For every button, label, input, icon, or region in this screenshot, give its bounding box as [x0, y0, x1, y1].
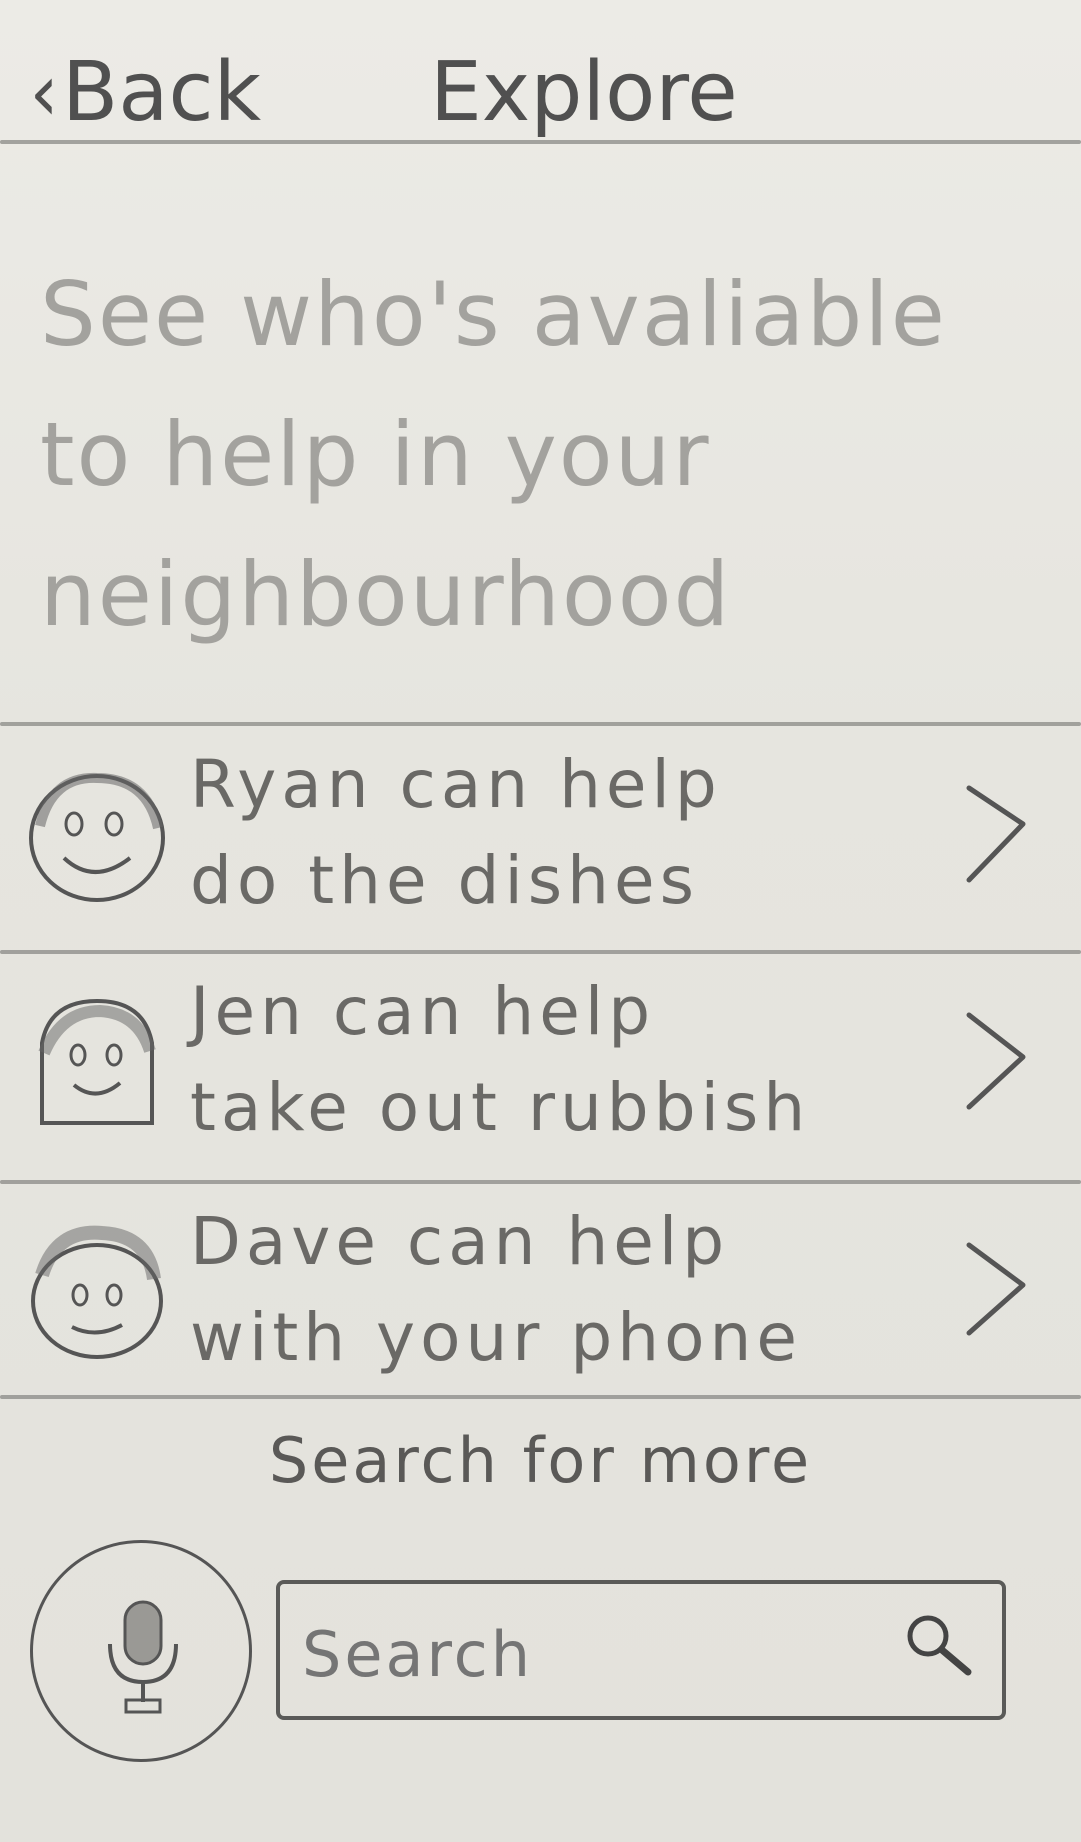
- smiley-face-icon: [31, 1225, 163, 1359]
- back-button[interactable]: ‹ Back: [28, 38, 261, 148]
- helper-row-dave[interactable]: Dave can help with your phone: [0, 1185, 1081, 1395]
- intro-divider: [0, 722, 1081, 726]
- helper-row-jen[interactable]: Jen can help take out rubbish: [0, 955, 1081, 1165]
- smiley-face-icon: [38, 998, 156, 1125]
- smiley-face-icon: [29, 772, 165, 902]
- chevron-right-icon: [966, 785, 1026, 883]
- helper-text: Jen can help take out rubbish: [190, 955, 910, 1165]
- chevron-right-icon: [966, 1242, 1026, 1336]
- row-divider: [0, 950, 1081, 954]
- helper-line-1: Ryan can help: [190, 746, 722, 823]
- helper-text: Ryan can help do the dishes: [190, 728, 910, 938]
- helper-line-2: with your phone: [190, 1299, 802, 1376]
- helper-row-ryan[interactable]: Ryan can help do the dishes: [0, 728, 1081, 938]
- chevron-left-icon: ‹: [29, 46, 59, 139]
- helper-text: Dave can help with your phone: [190, 1185, 910, 1395]
- magnifier-icon[interactable]: [898, 1606, 978, 1686]
- helper-line-1: Dave can help: [190, 1203, 730, 1280]
- back-label: Back: [62, 45, 262, 140]
- microphone-icon: [108, 1600, 178, 1714]
- explore-screen: ‹ Back Explore See who's avaliable to he…: [0, 0, 1081, 1842]
- helper-line-2: do the dishes: [190, 842, 699, 919]
- intro-text: See who's avaliable to help in your neig…: [40, 263, 947, 646]
- header-divider: [0, 140, 1081, 144]
- search-input[interactable]: [300, 1608, 864, 1700]
- search-field[interactable]: [276, 1580, 1006, 1720]
- helper-line-1: Jen can help: [190, 973, 656, 1050]
- helper-line-2: take out rubbish: [190, 1069, 811, 1146]
- voice-search-button[interactable]: [30, 1540, 252, 1762]
- chevron-right-icon: [966, 1012, 1026, 1110]
- list-bottom-divider: [0, 1395, 1081, 1399]
- page-title: Explore: [430, 45, 738, 140]
- search-heading: Search for more: [268, 1424, 813, 1497]
- row-divider: [0, 1180, 1081, 1184]
